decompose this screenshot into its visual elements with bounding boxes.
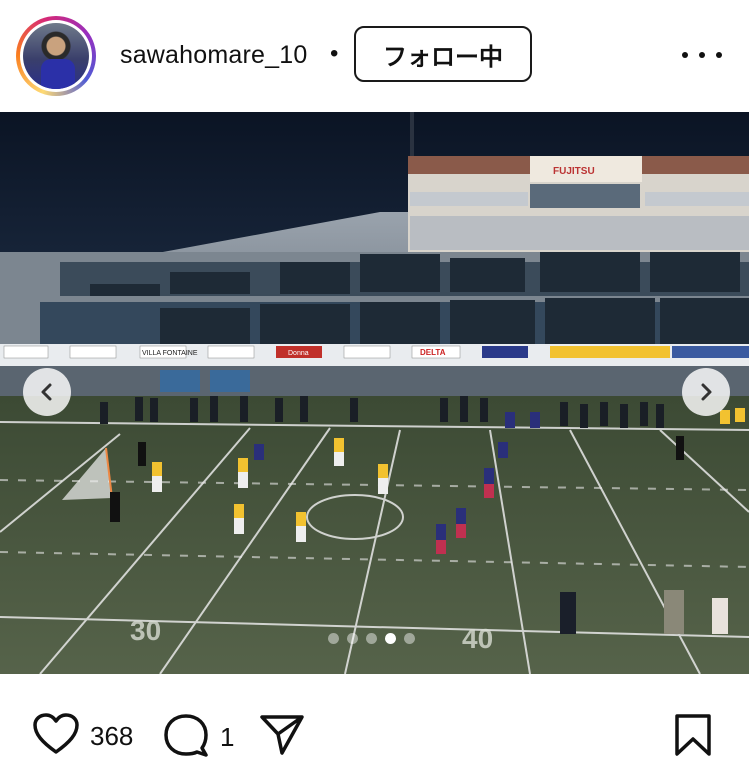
post-image[interactable]: FUJITSU VILLA FONTAINE Donna DELTA 30 40 (0, 112, 749, 674)
scoreboard-brand: FUJITSU (553, 166, 595, 177)
story-ring[interactable] (16, 16, 96, 96)
carousel-dot (328, 633, 339, 644)
field-number: 40 (462, 623, 493, 654)
banner-text: DELTA (420, 348, 446, 357)
chevron-left-icon[interactable] (23, 368, 71, 416)
comment-count[interactable]: 1 (220, 722, 234, 753)
more-options-icon[interactable] (682, 40, 722, 70)
banner-text: Donna (288, 350, 309, 357)
send-icon[interactable] (258, 712, 306, 761)
carousel-indicator (328, 633, 415, 644)
heart-icon[interactable] (32, 712, 80, 761)
separator-dot: • (330, 40, 339, 67)
chevron-right-icon[interactable] (682, 368, 730, 416)
carousel-dot (404, 633, 415, 644)
bookmark-icon[interactable] (672, 712, 714, 763)
action-bar: 368 1 (0, 674, 749, 784)
following-button[interactable]: フォロー中 (354, 26, 532, 82)
lacrosse-stadium-photo: FUJITSU VILLA FONTAINE Donna DELTA 30 40 (0, 112, 749, 674)
carousel-dot-active (385, 633, 396, 644)
carousel-dot (347, 633, 358, 644)
comment-icon[interactable] (162, 712, 210, 763)
username-link[interactable]: sawahomare_10 (120, 41, 307, 70)
carousel-dot (366, 633, 377, 644)
like-count[interactable]: 368 (90, 721, 133, 752)
banner-text: VILLA FONTAINE (142, 350, 198, 357)
field-number: 30 (130, 615, 161, 646)
post-header: sawahomare_10 • フォロー中 (0, 0, 749, 112)
avatar[interactable] (23, 23, 89, 89)
